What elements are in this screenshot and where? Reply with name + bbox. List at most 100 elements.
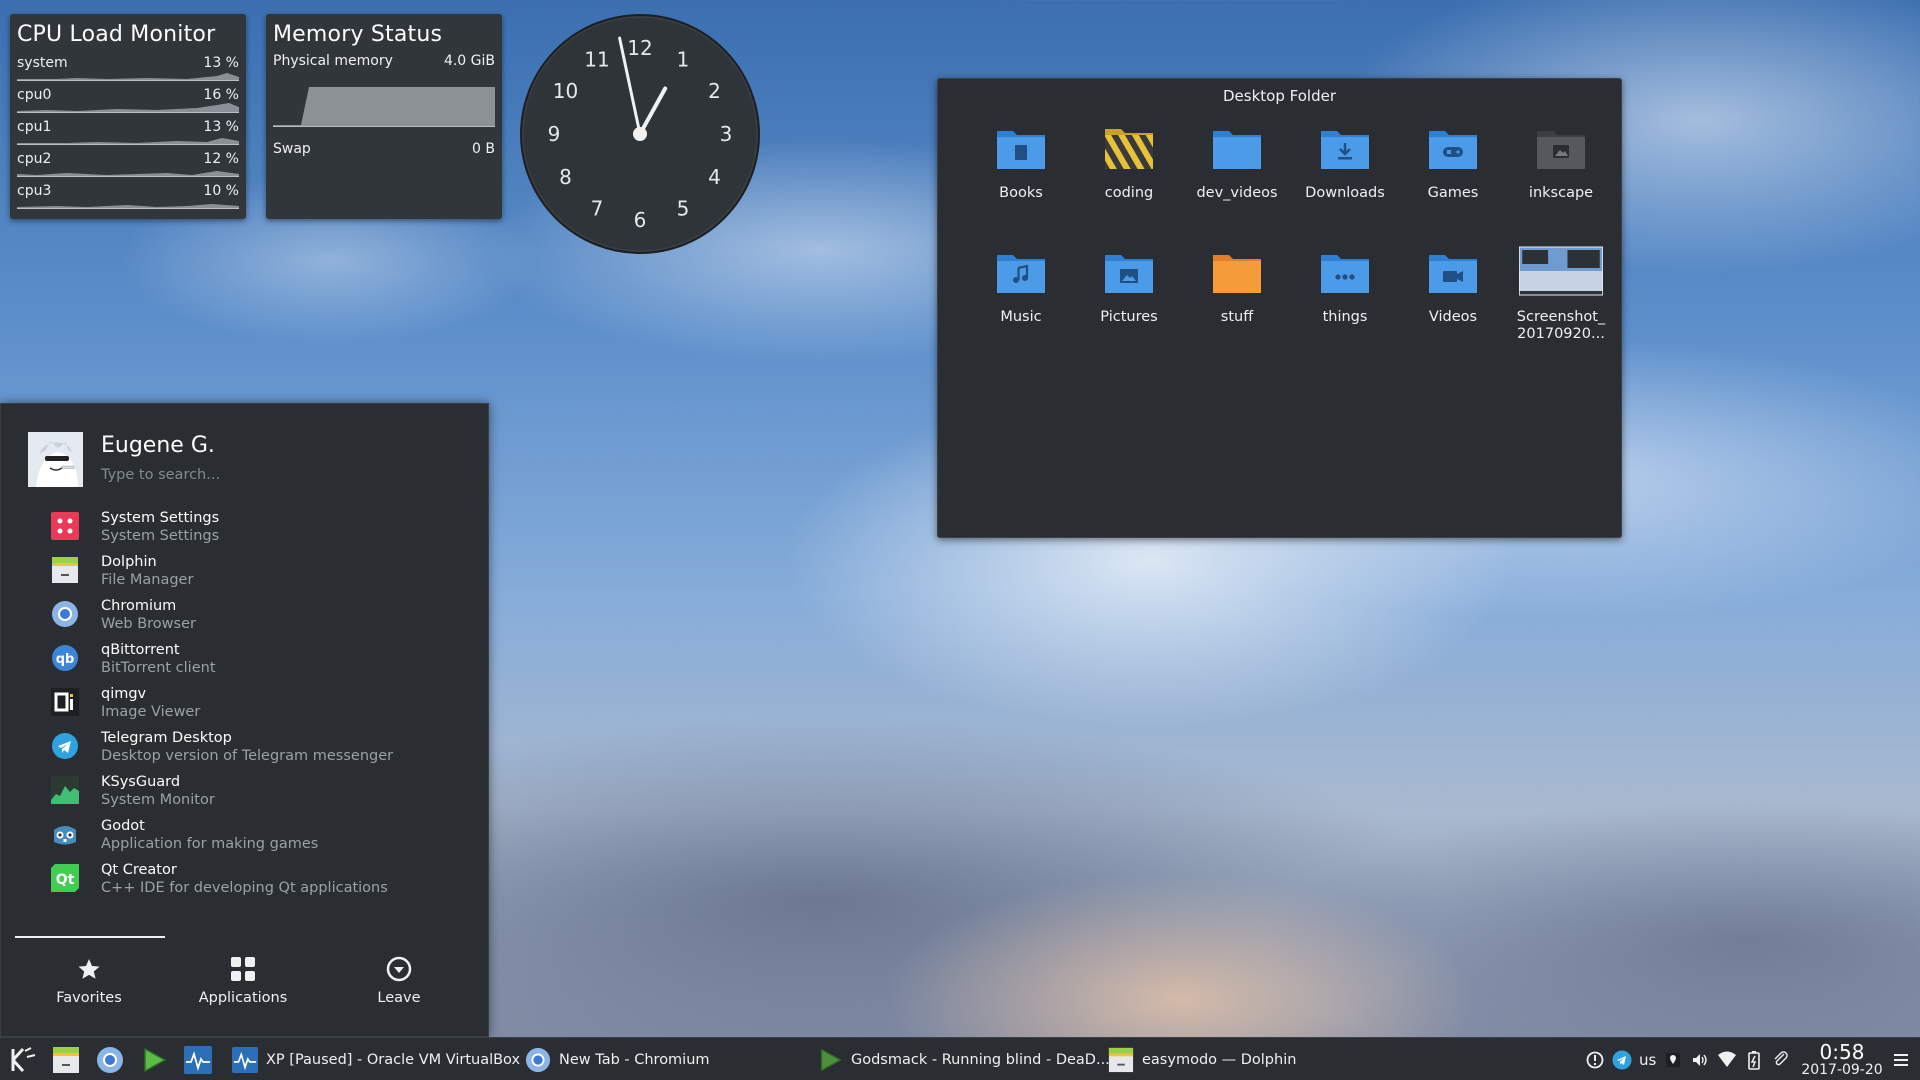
- hamburger-menu-icon: [1894, 1054, 1908, 1066]
- app-description: File Manager: [101, 572, 194, 588]
- tab-favorites[interactable]: Favorites: [29, 952, 149, 1006]
- system-monitor-icon: [184, 1046, 212, 1074]
- chromium-launcher[interactable]: [94, 1044, 126, 1076]
- cpu-widget-title: CPU Load Monitor: [17, 22, 216, 47]
- task-dolphin[interactable]: easymodo — Dolphin: [1108, 1038, 1296, 1080]
- notifications-icon[interactable]: [1585, 1050, 1605, 1070]
- battery-icon[interactable]: [1744, 1050, 1764, 1070]
- task-label: XP [Paused] - Oracle VM VirtualBox: [266, 1051, 521, 1068]
- virtualbox-icon: [232, 1046, 258, 1073]
- media-player-launcher[interactable]: [138, 1044, 170, 1076]
- folder-item-label: Books: [999, 185, 1043, 201]
- telegram-icon: [52, 733, 78, 759]
- ksysguard-icon: [51, 776, 79, 804]
- desktop-folder-view[interactable]: Desktop Folder Books coding dev_videos D…: [937, 78, 1622, 538]
- folder-item-label: Games: [1427, 185, 1479, 201]
- swap-row: Swap 0 B: [273, 141, 495, 165]
- memory-widget-title: Memory Status: [273, 22, 443, 47]
- folder-item-things[interactable]: things: [1291, 245, 1399, 369]
- folder-view-title: Desktop Folder: [1223, 87, 1336, 105]
- play-icon: [820, 1048, 842, 1071]
- folder-item-pictures[interactable]: Pictures: [1075, 245, 1183, 369]
- clock-numeral: 12: [627, 36, 652, 60]
- favorite-qimgv[interactable]: qimgv Image Viewer: [49, 684, 469, 728]
- favorite-godot[interactable]: Godot Application for making games: [49, 816, 469, 860]
- folder-item-games[interactable]: Games: [1399, 121, 1507, 245]
- digital-clock-date[interactable]: 2017-09-20: [1797, 1062, 1887, 1078]
- volume-icon[interactable]: [1690, 1050, 1710, 1070]
- cpu-row-cpu3: cpu3 10 %: [17, 181, 239, 213]
- search-input[interactable]: [101, 467, 461, 483]
- folder-item-downloads[interactable]: Downloads: [1291, 121, 1399, 245]
- clipboard-icon[interactable]: [1771, 1050, 1791, 1070]
- music-folder-icon: [997, 255, 1045, 293]
- digital-clock-time[interactable]: 0:58: [1797, 1040, 1887, 1064]
- task-label: New Tab - Chromium: [559, 1051, 710, 1068]
- location-icon[interactable]: [1663, 1050, 1683, 1070]
- folder-item-label: things: [1322, 309, 1368, 325]
- favorite-qbittorrent[interactable]: qb qBittorrent BitTorrent client: [49, 640, 469, 684]
- folder-item-stuff[interactable]: stuff: [1183, 245, 1291, 369]
- folder-item-label: Downloads: [1305, 185, 1385, 201]
- favorite-system-settings[interactable]: System Settings System Settings: [49, 508, 469, 552]
- analog-clock[interactable]: 12 12 3 45 6 78 9 1011: [519, 13, 761, 255]
- wifi-icon[interactable]: [1717, 1050, 1737, 1070]
- task-virtualbox[interactable]: XP [Paused] - Oracle VM VirtualBox: [232, 1038, 520, 1080]
- favorite-telegram-desktop[interactable]: Telegram Desktop Desktop version of Tele…: [49, 728, 469, 772]
- user-name: Eugene G.: [101, 433, 215, 458]
- folder-icon: [1213, 131, 1261, 169]
- panel-menu-button[interactable]: [1885, 1044, 1917, 1076]
- swap-value: 0 B: [472, 141, 495, 157]
- cpu-row-cpu2: cpu2 12 %: [17, 149, 239, 181]
- tab-applications[interactable]: Applications: [183, 952, 303, 1006]
- qt-creator-icon: Qt: [51, 864, 79, 892]
- avatar[interactable]: [28, 432, 83, 487]
- task-chromium[interactable]: New Tab - Chromium: [525, 1038, 710, 1080]
- tab-label: Applications: [198, 990, 288, 1006]
- clock-numeral: 9: [548, 122, 561, 146]
- application-launcher-button[interactable]: [6, 1044, 38, 1076]
- folder-item-label: Pictures: [1100, 309, 1158, 325]
- keyboard-layout-indicator[interactable]: us: [1639, 1051, 1656, 1069]
- favorites-list: System Settings System Settings Dolphin …: [49, 508, 469, 904]
- physical-memory-graph: [273, 77, 495, 127]
- dolphin-icon: [52, 557, 78, 583]
- dolphin-icon: [1108, 1047, 1134, 1072]
- memory-status-widget[interactable]: Memory Status Physical memory 4.0 GiB Sw…: [266, 14, 502, 219]
- folder-item-videos[interactable]: Videos: [1399, 245, 1507, 369]
- ksysguard-launcher[interactable]: [182, 1044, 214, 1076]
- cpu-sparkline: [17, 204, 239, 209]
- task-media-player[interactable]: Godsmack - Running blind - DeaD...: [817, 1038, 1110, 1080]
- folder-item-label: Music: [1000, 309, 1042, 325]
- favorite-chromium[interactable]: Chromium Web Browser: [49, 596, 469, 640]
- app-name: KSysGuard: [101, 774, 181, 790]
- cpu-load-monitor-widget[interactable]: CPU Load Monitor system 13 % cpu0 16 % c…: [10, 14, 246, 219]
- favorite-qt-creator[interactable]: Qt Qt Creator C++ IDE for developing Qt …: [49, 860, 469, 904]
- chromium-icon: [525, 1047, 551, 1072]
- task-label: Godsmack - Running blind - DeaD...: [851, 1051, 1110, 1068]
- folder-item-coding[interactable]: coding: [1075, 121, 1183, 245]
- telegram-tray-icon[interactable]: [1612, 1050, 1632, 1070]
- folder-item-books[interactable]: Books: [967, 121, 1075, 245]
- clock-numeral: 4: [708, 165, 721, 189]
- dolphin-launcher[interactable]: [50, 1044, 82, 1076]
- app-name: Dolphin: [101, 554, 157, 570]
- favorite-ksysguard[interactable]: KSysGuard System Monitor: [49, 772, 469, 816]
- kde-logo-icon: [11, 1047, 36, 1073]
- folder-item-dev-videos[interactable]: dev_videos: [1183, 121, 1291, 245]
- app-name: Telegram Desktop: [101, 730, 232, 746]
- clock-numeral: 3: [720, 122, 733, 146]
- favorite-dolphin[interactable]: Dolphin File Manager: [49, 552, 469, 596]
- cpu-sparkline: [17, 138, 239, 145]
- folder-item-inkscape[interactable]: inkscape: [1507, 121, 1615, 245]
- folder-item-label: stuff: [1220, 309, 1254, 325]
- games-folder-icon: [1429, 131, 1477, 169]
- application-launcher-menu[interactable]: Eugene G. System Settings System Setting…: [0, 403, 489, 1037]
- folder-item-screenshot[interactable]: Screenshot_ 20170920...: [1507, 245, 1615, 369]
- tab-leave[interactable]: Leave: [339, 952, 459, 1006]
- folder-item-label: Screenshot_ 20170920...: [1516, 309, 1606, 342]
- app-description: Application for making games: [101, 836, 319, 852]
- svg-text:Qt: Qt: [56, 872, 75, 888]
- folder-item-label: dev_videos: [1196, 185, 1278, 201]
- folder-item-music[interactable]: Music: [967, 245, 1075, 369]
